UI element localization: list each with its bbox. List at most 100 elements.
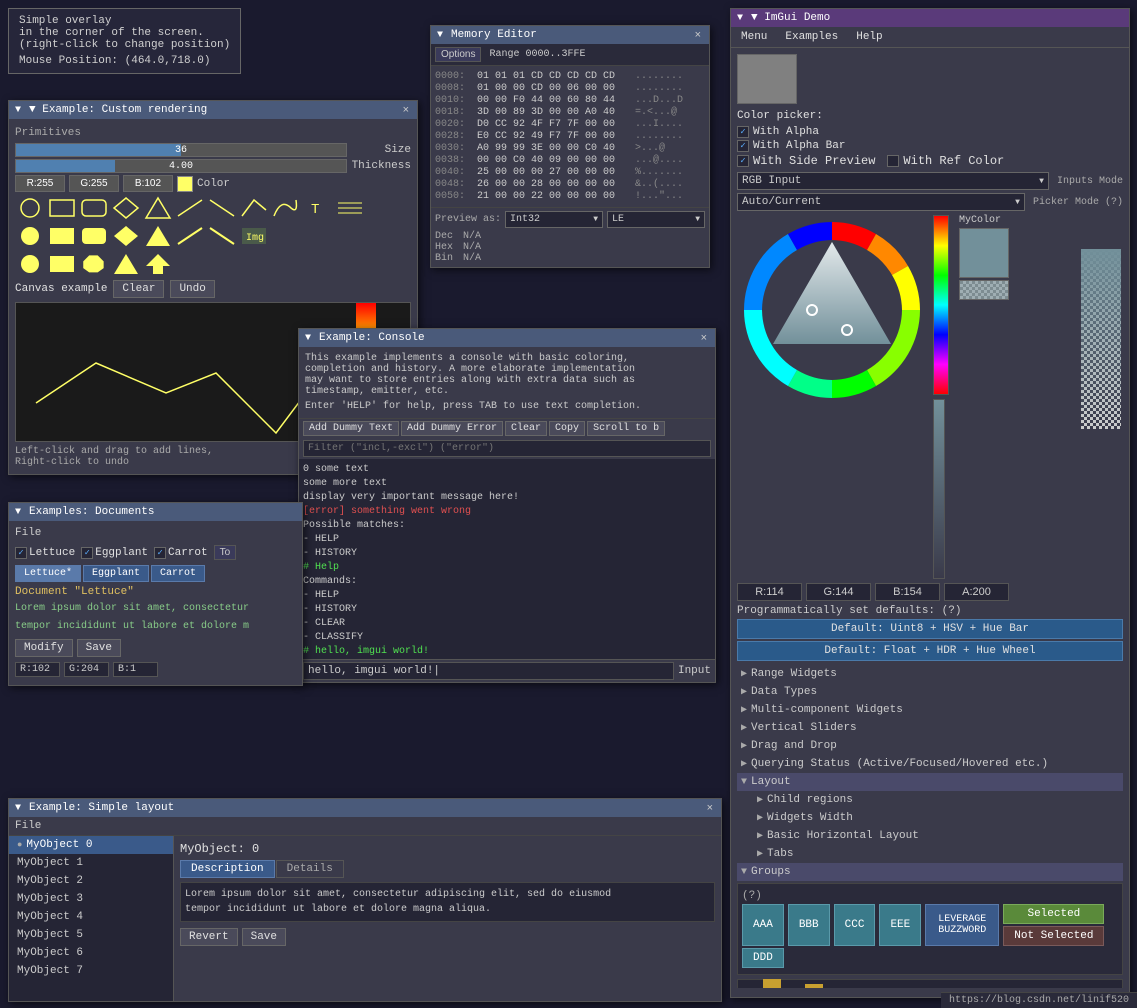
preview-endian-dropdown[interactable]: LE ▼ — [607, 211, 705, 228]
b-field[interactable]: B:154 — [875, 583, 940, 601]
to-btn[interactable]: To — [214, 545, 237, 560]
prog-btn2[interactable]: Default: Float + HDR + Hue Wheel — [737, 641, 1123, 661]
g-color-btn[interactable]: G:255 — [69, 175, 119, 192]
simple-layout-titlebar[interactable]: ▼ Example: Simple layout × — [9, 799, 721, 817]
tree-item[interactable]: ▶Querying Status (Active/Focused/Hovered… — [737, 755, 1123, 773]
layout-item[interactable]: ▶Basic Horizontal Layout — [753, 827, 1123, 845]
side-preview-row: ✓ With Side Preview With Ref Color — [737, 154, 1123, 168]
console-close[interactable]: × — [699, 332, 709, 344]
layout-item[interactable]: ▶Tabs — [753, 845, 1123, 863]
sl-collapse-arrow: ▼ — [15, 803, 21, 814]
group-eee-btn[interactable]: EEE — [879, 904, 921, 946]
mem-bytes: 26 00 00 28 00 00 00 00 — [477, 179, 631, 190]
rgb-input-dropdown[interactable]: RGB Input ▼ — [737, 172, 1049, 190]
scroll-btn[interactable]: Scroll to b — [587, 421, 665, 436]
group-ccc-btn[interactable]: CCC — [834, 904, 876, 946]
color-wheel-svg[interactable] — [737, 215, 927, 405]
menu-menu[interactable]: Menu — [737, 30, 771, 44]
layout-item[interactable]: ▶Child regions — [753, 791, 1123, 809]
carrot-tab-btn[interactable]: Carrot — [151, 565, 205, 582]
picker-mode-dropdown[interactable]: Auto/Current ▼ — [737, 193, 1025, 211]
mycolor-ref-overlay — [960, 281, 1008, 299]
undo-canvas-btn[interactable]: Undo — [170, 280, 214, 298]
memory-editor-close[interactable]: × — [693, 29, 703, 41]
carrot-checkbox[interactable]: ✓ — [154, 547, 166, 559]
group-ddd-btn[interactable]: DDD — [742, 948, 784, 968]
size-slider-value: 36 — [16, 144, 346, 158]
imgui-demo-titlebar[interactable]: ▼ ▼ ImGui Demo — [731, 9, 1129, 27]
thickness-slider[interactable]: 4.00 — [15, 159, 347, 173]
layout-header[interactable]: ▼ Layout — [737, 773, 1123, 791]
tree-item[interactable]: ▶Range Widgets — [737, 665, 1123, 683]
tree-item[interactable]: ▶Drag and Drop — [737, 737, 1123, 755]
list-item[interactable]: MyObject 6 — [9, 944, 173, 962]
mem-addr: 0010: — [435, 95, 473, 106]
preview-type-arrow: ▼ — [593, 215, 598, 224]
custom-rendering-titlebar[interactable]: ▼ ▼ Example: Custom rendering × — [9, 101, 417, 119]
not-selected-btn[interactable]: Not Selected — [1003, 926, 1104, 946]
list-item[interactable]: MyObject 1 — [9, 854, 173, 872]
tree-item[interactable]: ▶Data Types — [737, 683, 1123, 701]
alpha-gradient-strip[interactable] — [933, 215, 949, 395]
alpha-strip[interactable] — [933, 399, 945, 579]
preview-endian-arrow: ▼ — [695, 215, 700, 224]
b-color-btn[interactable]: B:102 — [123, 175, 173, 192]
eggplant-checkbox[interactable]: ✓ — [81, 547, 93, 559]
preview-type-dropdown[interactable]: Int32 ▼ — [505, 211, 603, 228]
prog-btn1[interactable]: Default: Uint8 + HSV + Hue Bar — [737, 619, 1123, 639]
list-item[interactable]: MyObject 3 — [9, 890, 173, 908]
g-field[interactable]: G:144 — [806, 583, 871, 601]
with-alpha-bar-checkbox[interactable]: ✓ — [737, 140, 749, 152]
list-item[interactable]: MyObject 2 — [9, 872, 173, 890]
groups-collapse-arrow: ▼ — [741, 867, 747, 878]
lettuce-checkbox[interactable]: ✓ — [15, 547, 27, 559]
list-item[interactable]: MyObject 7 — [9, 962, 173, 980]
console-input[interactable] — [303, 662, 674, 680]
mem-options-btn[interactable]: Options — [435, 47, 481, 62]
save-layout-btn[interactable]: Save — [242, 928, 286, 946]
list-item[interactable]: ●MyObject 0 — [9, 836, 173, 854]
size-slider[interactable]: 36 — [15, 143, 347, 157]
rgb-display: R:102 G:204 B:1 — [15, 660, 296, 679]
with-ref-color-checkbox[interactable] — [887, 155, 899, 167]
leverage-btn[interactable]: LEVERAGEBUZZWORD — [925, 904, 999, 946]
custom-rendering-close[interactable]: × — [401, 104, 411, 116]
layout-item[interactable]: ▶Widgets Width — [753, 809, 1123, 827]
tree-item[interactable]: ▶Vertical Sliders — [737, 719, 1123, 737]
menu-examples[interactable]: Examples — [781, 30, 842, 44]
eggplant-tab-btn[interactable]: Eggplant — [83, 565, 149, 582]
list-item[interactable]: MyObject 5 — [9, 926, 173, 944]
mem-row: 0048: 26 00 00 28 00 00 00 00 &..(.... — [435, 179, 705, 190]
tab-details[interactable]: Details — [276, 860, 344, 878]
memory-editor-titlebar[interactable]: ▼ Memory Editor × — [431, 26, 709, 44]
clear-canvas-btn[interactable]: Clear — [113, 280, 164, 298]
groups-header[interactable]: ▼ Groups — [737, 863, 1123, 881]
filter-input[interactable] — [303, 440, 711, 457]
list-item[interactable]: MyObject 4 — [9, 908, 173, 926]
group-bbb-btn[interactable]: BBB — [788, 904, 830, 946]
clear-console-btn[interactable]: Clear — [505, 421, 547, 436]
with-side-preview-checkbox[interactable]: ✓ — [737, 155, 749, 167]
r-color-btn[interactable]: R:255 — [15, 175, 65, 192]
lettuce-tab-btn[interactable]: Lettuce* — [15, 565, 81, 582]
documents-titlebar[interactable]: ▼ Examples: Documents — [9, 503, 302, 521]
add-dummy-error-btn[interactable]: Add Dummy Error — [401, 421, 503, 436]
simple-layout-close[interactable]: × — [705, 802, 715, 814]
copy-console-btn[interactable]: Copy — [549, 421, 585, 436]
with-alpha-checkbox[interactable]: ✓ — [737, 126, 749, 138]
selected-btn[interactable]: Selected — [1003, 904, 1104, 924]
group-aaa-btn[interactable]: AAA — [742, 904, 784, 946]
dec-val: N/A — [463, 231, 481, 242]
a-field[interactable]: A:200 — [944, 583, 1009, 601]
save-doc-btn[interactable]: Save — [77, 639, 121, 657]
tree-item[interactable]: ▶Multi-component Widgets — [737, 701, 1123, 719]
console-titlebar[interactable]: ▼ Example: Console × — [299, 329, 715, 347]
tab-description[interactable]: Description — [180, 860, 275, 878]
collapse-arrow: ▼ — [15, 105, 21, 116]
r-field[interactable]: R:114 — [737, 583, 802, 601]
modify-btn[interactable]: Modify — [15, 639, 73, 657]
color-preview-section — [737, 54, 1123, 104]
menu-help[interactable]: Help — [852, 30, 886, 44]
revert-btn[interactable]: Revert — [180, 928, 238, 946]
add-dummy-text-btn[interactable]: Add Dummy Text — [303, 421, 399, 436]
